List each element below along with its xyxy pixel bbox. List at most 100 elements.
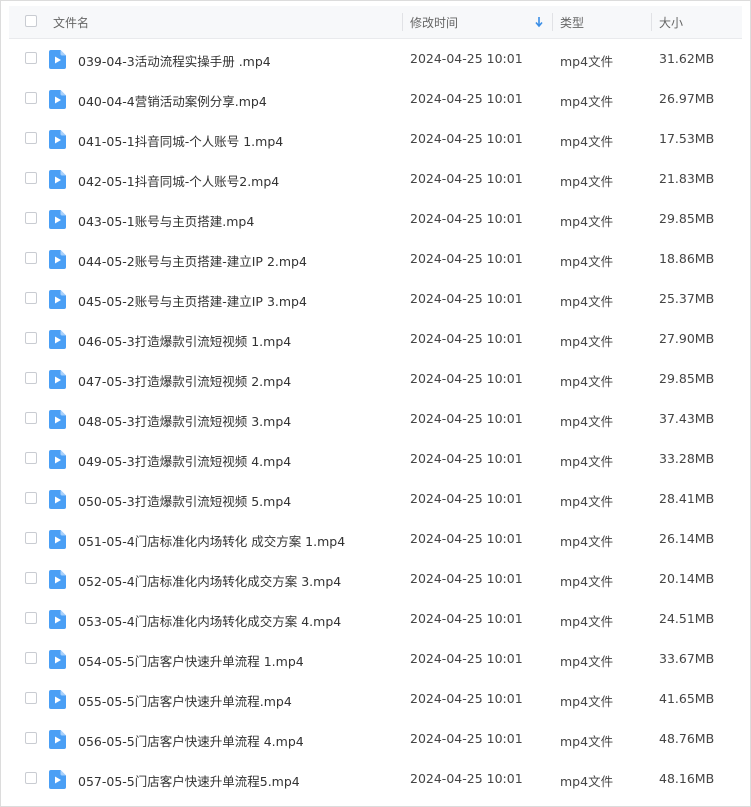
column-header-time[interactable]: 修改时间 xyxy=(410,14,458,31)
row-checkbox[interactable] xyxy=(25,172,39,186)
video-file-icon xyxy=(49,170,66,189)
row-checkbox[interactable] xyxy=(25,252,39,266)
file-modified-time: 2024-04-25 10:01 xyxy=(410,611,523,626)
row-checkbox[interactable] xyxy=(25,372,39,386)
file-name[interactable]: 044-05-2账号与主页搭建-建立IP 2.mp4 xyxy=(78,251,307,270)
file-name[interactable]: 040-04-4营销活动案例分享.mp4 xyxy=(78,91,267,110)
file-size: 28.41MB xyxy=(659,491,715,506)
table-row[interactable]: 056-05-5门店客户快速升单流程 4.mp4 2024-04-25 10:0… xyxy=(9,719,742,759)
table-row[interactable]: 051-05-4门店标准化内场转化 成交方案 1.mp4 2024-04-25 … xyxy=(9,519,742,559)
file-type: mp4文件 xyxy=(560,574,614,589)
table-row[interactable]: 046-05-3打造爆款引流短视频 1.mp4 2024-04-25 10:01… xyxy=(9,319,742,359)
row-checkbox[interactable] xyxy=(25,132,39,146)
row-checkbox[interactable] xyxy=(25,292,39,306)
column-divider[interactable] xyxy=(402,13,403,31)
row-checkbox[interactable] xyxy=(25,92,39,106)
table-row[interactable]: 043-05-1账号与主页搭建.mp4 2024-04-25 10:01 mp4… xyxy=(9,199,742,239)
video-file-icon xyxy=(49,770,66,789)
file-modified-time: 2024-04-25 10:01 xyxy=(410,251,523,266)
file-name[interactable]: 049-05-3打造爆款引流短视频 4.mp4 xyxy=(78,451,291,470)
file-type: mp4文件 xyxy=(560,494,614,509)
video-file-icon xyxy=(49,90,66,109)
file-list-panel: 文件名 修改时间 类型 大小 039-04-3活动流程实操手册 .mp4 202… xyxy=(0,0,751,807)
file-modified-time: 2024-04-25 10:01 xyxy=(410,331,523,346)
file-name[interactable]: 053-05-4门店标准化内场转化成交方案 4.mp4 xyxy=(78,611,341,630)
table-row[interactable]: 049-05-3打造爆款引流短视频 4.mp4 2024-04-25 10:01… xyxy=(9,439,742,479)
table-row[interactable]: 054-05-5门店客户快速升单流程 1.mp4 2024-04-25 10:0… xyxy=(9,639,742,679)
column-header-name[interactable]: 文件名 xyxy=(53,14,89,31)
file-name[interactable]: 051-05-4门店标准化内场转化 成交方案 1.mp4 xyxy=(78,531,345,550)
file-modified-time: 2024-04-25 10:01 xyxy=(410,211,523,226)
file-name[interactable]: 045-05-2账号与主页搭建-建立IP 3.mp4 xyxy=(78,291,307,310)
table-row[interactable]: 052-05-4门店标准化内场转化成交方案 3.mp4 2024-04-25 1… xyxy=(9,559,742,599)
file-modified-time: 2024-04-25 10:01 xyxy=(410,531,523,546)
table-row[interactable]: 041-05-1抖音同城-个人账号 1.mp4 2024-04-25 10:01… xyxy=(9,119,742,159)
file-name[interactable]: 048-05-3打造爆款引流短视频 3.mp4 xyxy=(78,411,291,430)
column-header-type[interactable]: 类型 xyxy=(560,14,584,31)
column-header-size[interactable]: 大小 xyxy=(659,14,683,31)
file-name[interactable]: 050-05-3打造爆款引流短视频 5.mp4 xyxy=(78,491,291,510)
row-checkbox[interactable] xyxy=(25,492,39,506)
file-size: 48.76MB xyxy=(659,731,715,746)
file-size: 29.85MB xyxy=(659,371,715,386)
file-name[interactable]: 052-05-4门店标准化内场转化成交方案 3.mp4 xyxy=(78,571,341,590)
checkbox-box xyxy=(25,692,37,704)
file-name[interactable]: 054-05-5门店客户快速升单流程 1.mp4 xyxy=(78,651,304,670)
file-size: 25.37MB xyxy=(659,291,715,306)
file-name[interactable]: 039-04-3活动流程实操手册 .mp4 xyxy=(78,51,271,70)
file-modified-time: 2024-04-25 10:01 xyxy=(410,691,523,706)
video-file-icon xyxy=(49,690,66,709)
file-type: mp4文件 xyxy=(560,94,614,109)
file-modified-time: 2024-04-25 10:01 xyxy=(410,91,523,106)
row-checkbox[interactable] xyxy=(25,452,39,466)
table-row[interactable]: 040-04-4营销活动案例分享.mp4 2024-04-25 10:01 mp… xyxy=(9,79,742,119)
file-type: mp4文件 xyxy=(560,614,614,629)
file-name[interactable]: 047-05-3打造爆款引流短视频 2.mp4 xyxy=(78,371,291,390)
file-name[interactable]: 042-05-1抖音同城-个人账号2.mp4 xyxy=(78,171,279,190)
column-divider[interactable] xyxy=(651,13,652,31)
row-checkbox[interactable] xyxy=(25,572,39,586)
row-checkbox[interactable] xyxy=(25,412,39,426)
file-name[interactable]: 056-05-5门店客户快速升单流程 4.mp4 xyxy=(78,731,304,750)
table-row[interactable]: 045-05-2账号与主页搭建-建立IP 3.mp4 2024-04-25 10… xyxy=(9,279,742,319)
file-name[interactable]: 043-05-1账号与主页搭建.mp4 xyxy=(78,211,254,230)
file-type: mp4文件 xyxy=(560,174,614,189)
row-checkbox[interactable] xyxy=(25,212,39,226)
table-row[interactable]: 039-04-3活动流程实操手册 .mp4 2024-04-25 10:01 m… xyxy=(9,39,742,79)
file-name[interactable]: 041-05-1抖音同城-个人账号 1.mp4 xyxy=(78,131,283,150)
table-row[interactable]: 055-05-5门店客户快速升单流程.mp4 2024-04-25 10:01 … xyxy=(9,679,742,719)
file-type: mp4文件 xyxy=(560,134,614,149)
file-type: mp4文件 xyxy=(560,214,614,229)
file-size: 37.43MB xyxy=(659,411,715,426)
file-type: mp4文件 xyxy=(560,654,614,669)
file-type: mp4文件 xyxy=(560,414,614,429)
row-checkbox[interactable] xyxy=(25,612,39,626)
file-name[interactable]: 057-05-5门店客户快速升单流程5.mp4 xyxy=(78,771,300,790)
checkbox-box xyxy=(25,52,37,64)
column-divider[interactable] xyxy=(552,13,553,31)
file-name[interactable]: 055-05-5门店客户快速升单流程.mp4 xyxy=(78,691,292,710)
table-row[interactable]: 042-05-1抖音同城-个人账号2.mp4 2024-04-25 10:01 … xyxy=(9,159,742,199)
table-row[interactable]: 047-05-3打造爆款引流短视频 2.mp4 2024-04-25 10:01… xyxy=(9,359,742,399)
row-checkbox[interactable] xyxy=(25,652,39,666)
select-all-checkbox[interactable] xyxy=(25,15,39,29)
table-row[interactable]: 044-05-2账号与主页搭建-建立IP 2.mp4 2024-04-25 10… xyxy=(9,239,742,279)
video-file-icon xyxy=(49,210,66,229)
table-row[interactable]: 050-05-3打造爆款引流短视频 5.mp4 2024-04-25 10:01… xyxy=(9,479,742,519)
row-checkbox[interactable] xyxy=(25,732,39,746)
table-row[interactable]: 057-05-5门店客户快速升单流程5.mp4 2024-04-25 10:01… xyxy=(9,759,742,799)
row-checkbox[interactable] xyxy=(25,332,39,346)
row-checkbox[interactable] xyxy=(25,52,39,66)
file-size: 33.28MB xyxy=(659,451,715,466)
file-size: 31.62MB xyxy=(659,51,715,66)
table-row[interactable]: 048-05-3打造爆款引流短视频 3.mp4 2024-04-25 10:01… xyxy=(9,399,742,439)
table-row[interactable]: 053-05-4门店标准化内场转化成交方案 4.mp4 2024-04-25 1… xyxy=(9,599,742,639)
file-name[interactable]: 046-05-3打造爆款引流短视频 1.mp4 xyxy=(78,331,291,350)
row-checkbox[interactable] xyxy=(25,772,39,786)
row-checkbox[interactable] xyxy=(25,532,39,546)
sort-descending-icon[interactable] xyxy=(534,14,544,30)
file-modified-time: 2024-04-25 10:01 xyxy=(410,771,523,786)
row-checkbox[interactable] xyxy=(25,692,39,706)
file-type: mp4文件 xyxy=(560,334,614,349)
file-size: 17.53MB xyxy=(659,131,715,146)
